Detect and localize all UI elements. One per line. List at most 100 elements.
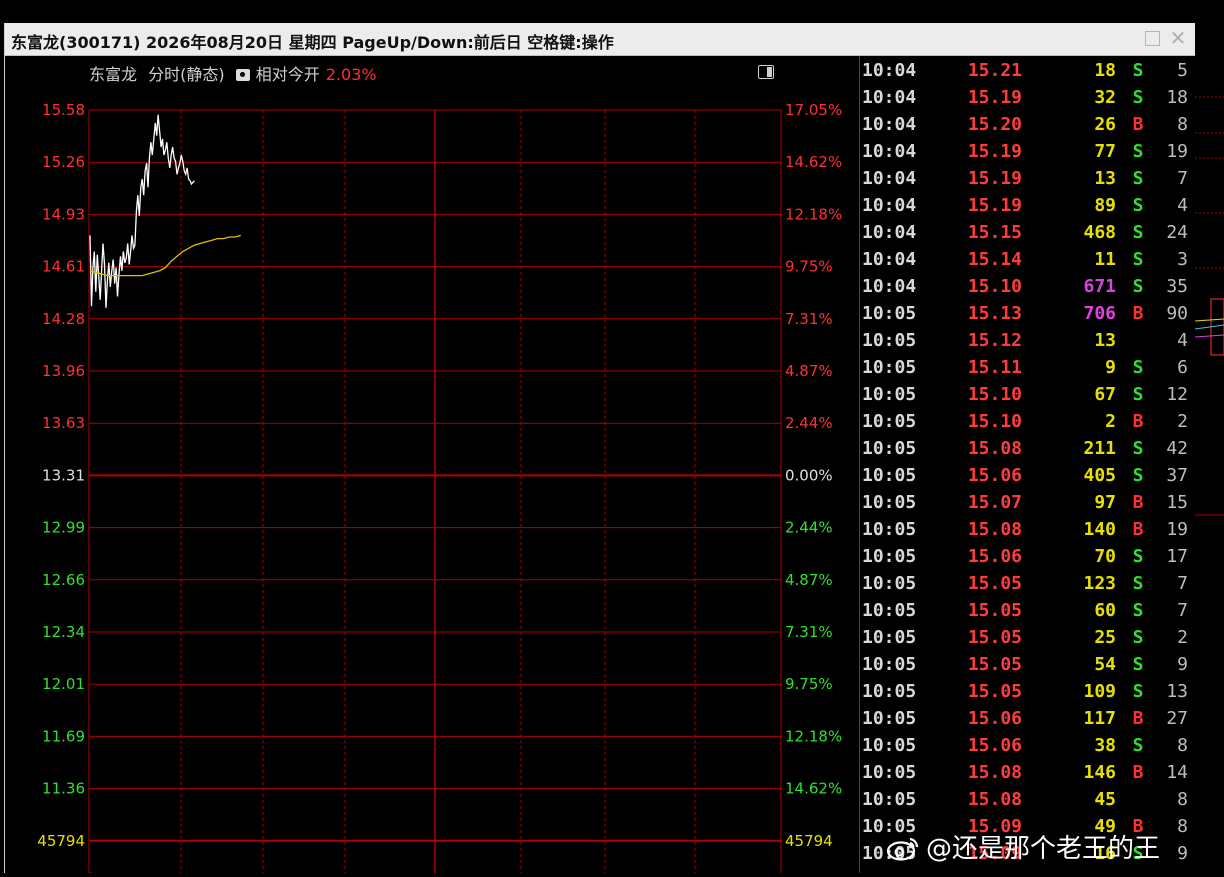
title-bar[interactable]: 东富龙(300171) 2026年08月20日 星期四 PageUp/Down:…: [5, 23, 1195, 56]
intraday-chart[interactable]: 15.58 17.05% 15.26 14.62% 14.93 12.18% 14.61 9.…: [5, 56, 858, 873]
percent-tick-label: 7.31%: [785, 623, 833, 641]
tick-count: 42: [1166, 438, 1188, 459]
tick-price: 15.14: [967, 249, 1022, 270]
tick-row[interactable]: 10:05 15.08 140 B 19: [860, 516, 1195, 543]
tick-row[interactable]: 10:05 15.08 45 8: [860, 786, 1195, 813]
tick-row[interactable]: 10:05 15.06 117 B 27: [860, 705, 1195, 732]
indicator-label: 相对今开: [255, 65, 320, 84]
tick-count: 9: [1177, 843, 1188, 864]
tick-volume: 67: [1094, 384, 1116, 405]
tick-side: B: [1132, 303, 1144, 324]
tick-price: 15.08: [967, 762, 1022, 783]
tick-time: 10:04: [862, 114, 917, 135]
price-line: [89, 114, 195, 308]
chart-header: 东富龙 分时(静态) 相对今开 2.03%: [89, 61, 383, 85]
tick-row[interactable]: 10:04 15.20 26 B 8: [860, 111, 1195, 138]
tick-price: 15.05: [967, 627, 1022, 648]
close-button[interactable]: ✕: [1169, 28, 1187, 48]
price-tick-label: 12.66: [42, 571, 85, 589]
tick-row[interactable]: 10:05 15.08 146 B 14: [860, 759, 1195, 786]
tick-side: B: [1132, 411, 1144, 432]
tick-time: 10:05: [862, 492, 917, 513]
tick-row[interactable]: 10:05 15.06 38 S 8: [860, 732, 1195, 759]
tick-row[interactable]: 10:04 15.19 13 S 7: [860, 165, 1195, 192]
camera-icon[interactable]: [235, 69, 250, 81]
tick-row[interactable]: 10:05 15.08 211 S 42: [860, 435, 1195, 462]
tick-time: 10:05: [862, 546, 917, 567]
tick-time: 10:04: [862, 222, 917, 243]
tick-side: B: [1132, 492, 1144, 513]
tick-row[interactable]: 10:05 15.05 60 S 7: [860, 597, 1195, 624]
tick-volume: 26: [1094, 114, 1116, 135]
tick-price: 15.19: [967, 195, 1022, 216]
panel-toggle-icon[interactable]: [758, 65, 774, 79]
tick-price: 15.05: [967, 681, 1022, 702]
tick-side: S: [1132, 276, 1144, 297]
tick-volume: 468: [1083, 222, 1116, 243]
maximize-button[interactable]: [1143, 29, 1161, 47]
tick-row[interactable]: 10:05 15.06 405 S 37: [860, 462, 1195, 489]
tick-count: 13: [1166, 681, 1188, 702]
tick-row[interactable]: 10:05 15.10 67 S 12: [860, 381, 1195, 408]
tick-row[interactable]: 10:05 15.05 109 S 13: [860, 678, 1195, 705]
tick-row[interactable]: 10:04 15.19 89 S 4: [860, 192, 1195, 219]
price-tick-label: 13.96: [42, 362, 85, 380]
tick-volume: 11: [1094, 249, 1116, 270]
tick-time: 10:05: [862, 600, 917, 621]
tick-volume: 671: [1083, 276, 1116, 297]
percent-tick-label: 9.75%: [785, 258, 833, 276]
tick-volume: 89: [1094, 195, 1116, 216]
tick-row[interactable]: 10:04 15.10 671 S 35: [860, 273, 1195, 300]
percent-tick-label: 9.75%: [785, 675, 833, 693]
tick-row[interactable]: 10:04 15.14 11 S 3: [860, 246, 1195, 273]
tick-side: S: [1132, 384, 1144, 405]
tick-time: 10:04: [862, 168, 917, 189]
tick-price: 15.05: [967, 600, 1022, 621]
tick-count: 19: [1166, 141, 1188, 162]
tick-price: 15.19: [967, 87, 1022, 108]
tick-row[interactable]: 10:05 15.05 25 S 2: [860, 624, 1195, 651]
tick-side: S: [1132, 654, 1144, 675]
tick-volume: 38: [1094, 735, 1116, 756]
tick-row[interactable]: 10:05 15.13 706 B 90: [860, 300, 1195, 327]
percent-tick-label: 14.62%: [785, 153, 842, 171]
tick-row[interactable]: 10:05 15.06 70 S 17: [860, 543, 1195, 570]
chart-canvas: 15.58 17.05% 15.26 14.62% 14.93 12.18% 14.61 9.…: [37, 101, 842, 873]
tick-row[interactable]: 10:05 15.05 54 S 9: [860, 651, 1195, 678]
tick-side: S: [1132, 195, 1144, 216]
percent-tick-label: 4.87%: [785, 571, 833, 589]
tick-time: 10:05: [862, 735, 917, 756]
tick-volume: 18: [1094, 60, 1116, 81]
tick-time: 10:05: [862, 762, 917, 783]
tick-row[interactable]: 10:05 15.07 97 B 15: [860, 489, 1195, 516]
percent-tick-label: 14.62%: [785, 780, 842, 798]
tick-row[interactable]: 10:04 15.21 18 S 5: [860, 57, 1195, 84]
tick-time: 10:05: [862, 303, 917, 324]
tick-count: 8: [1177, 816, 1188, 837]
tick-price: 15.10: [967, 384, 1022, 405]
tick-list[interactable]: 10:04 15.21 18 S 5 10:04 15.19 32 S 18 10:04 15.20 2…: [859, 56, 1195, 873]
tick-time: 10:05: [862, 573, 917, 594]
tick-row[interactable]: 10:04 15.15 468 S 24: [860, 219, 1195, 246]
tick-row[interactable]: 10:04 15.19 32 S 18: [860, 84, 1195, 111]
tick-volume: 405: [1083, 465, 1116, 486]
volume-tick-label: 45794: [785, 832, 833, 850]
average-price-line: [89, 234, 241, 277]
tick-row[interactable]: 10:05 15.12 13 4: [860, 327, 1195, 354]
tick-volume: 13: [1094, 330, 1116, 351]
tick-row[interactable]: 10:04 15.19 77 S 19: [860, 138, 1195, 165]
price-tick-label: 14.61: [42, 258, 85, 276]
tick-price: 15.13: [967, 303, 1022, 324]
tick-row[interactable]: 10:05 15.11 9 S 6: [860, 354, 1195, 381]
tick-side: S: [1132, 222, 1144, 243]
tick-volume: 9: [1105, 357, 1116, 378]
tick-price: 15.08: [967, 519, 1022, 540]
tick-time: 10:05: [862, 708, 917, 729]
tick-row[interactable]: 10:05 15.10 2 B 2: [860, 408, 1195, 435]
tick-side: B: [1132, 519, 1144, 540]
percent-tick-label: 0.00%: [785, 466, 833, 484]
tick-row[interactable]: 10:05 15.05 123 S 7: [860, 570, 1195, 597]
tick-count: 7: [1177, 600, 1188, 621]
price-tick-label: 11.36: [42, 780, 85, 798]
tick-volume: 97: [1094, 492, 1116, 513]
